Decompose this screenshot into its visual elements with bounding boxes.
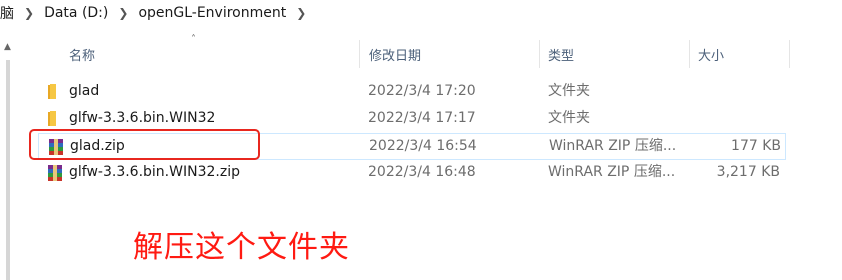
file-date: 2022/3/4 17:20 <box>368 83 476 99</box>
file-size: 177 KB <box>731 138 781 154</box>
vertical-scrollbar[interactable]: ▲ <box>0 40 18 280</box>
file-date: 2022/3/4 16:48 <box>368 164 476 180</box>
folder-icon <box>48 84 56 99</box>
file-type: 文件夹 <box>548 110 590 126</box>
breadcrumb-item-folder[interactable]: openGL-Environment <box>138 5 286 21</box>
file-name: glfw-3.3.6.bin.WIN32.zip <box>69 164 240 180</box>
column-divider[interactable] <box>359 40 360 68</box>
chevron-right-icon[interactable]: ❯ <box>296 6 306 20</box>
file-type: 文件夹 <box>548 83 590 99</box>
column-divider[interactable] <box>539 40 540 68</box>
file-name: glfw-3.3.6.bin.WIN32 <box>69 110 216 126</box>
highlight-box <box>29 129 260 160</box>
breadcrumb-item-this-pc[interactable]: 脑 <box>0 3 14 23</box>
file-row[interactable]: glfw-3.3.6.bin.WIN32.zip 2022/3/4 16:48 … <box>38 160 784 185</box>
column-header-size[interactable]: 大小 <box>698 40 724 68</box>
breadcrumb: 脑 ❯ Data (D:) ❯ openGL-Environment ❯ <box>0 0 842 26</box>
column-header-type[interactable]: 类型 <box>548 40 574 68</box>
breadcrumb-item-drive[interactable]: Data (D:) <box>44 5 108 21</box>
column-divider[interactable] <box>689 40 690 68</box>
column-header-date[interactable]: 修改日期 <box>369 40 421 68</box>
column-divider[interactable] <box>789 40 790 68</box>
scrollbar-thumb[interactable] <box>6 60 10 280</box>
chevron-right-icon[interactable]: ❯ <box>24 6 34 20</box>
annotation-text: 解压这个文件夹 <box>133 230 350 265</box>
file-row[interactable]: glad 2022/3/4 17:20 文件夹 <box>38 79 784 104</box>
chevron-right-icon[interactable]: ❯ <box>118 6 128 20</box>
file-type: WinRAR ZIP 压缩... <box>548 164 676 180</box>
file-date: 2022/3/4 17:17 <box>368 110 476 126</box>
file-row[interactable]: glfw-3.3.6.bin.WIN32 2022/3/4 17:17 文件夹 <box>38 106 784 131</box>
winrar-archive-icon <box>48 165 62 181</box>
folder-icon <box>48 111 56 126</box>
file-name: glad <box>69 83 100 99</box>
sort-ascending-icon: ˄ <box>191 34 196 45</box>
file-size: 3,217 KB <box>716 164 780 180</box>
column-header-name[interactable]: 名称 <box>69 40 95 68</box>
scroll-up-arrow-icon[interactable]: ▲ <box>4 42 11 52</box>
file-type: WinRAR ZIP 压缩... <box>549 138 677 154</box>
file-date: 2022/3/4 16:54 <box>369 138 477 154</box>
